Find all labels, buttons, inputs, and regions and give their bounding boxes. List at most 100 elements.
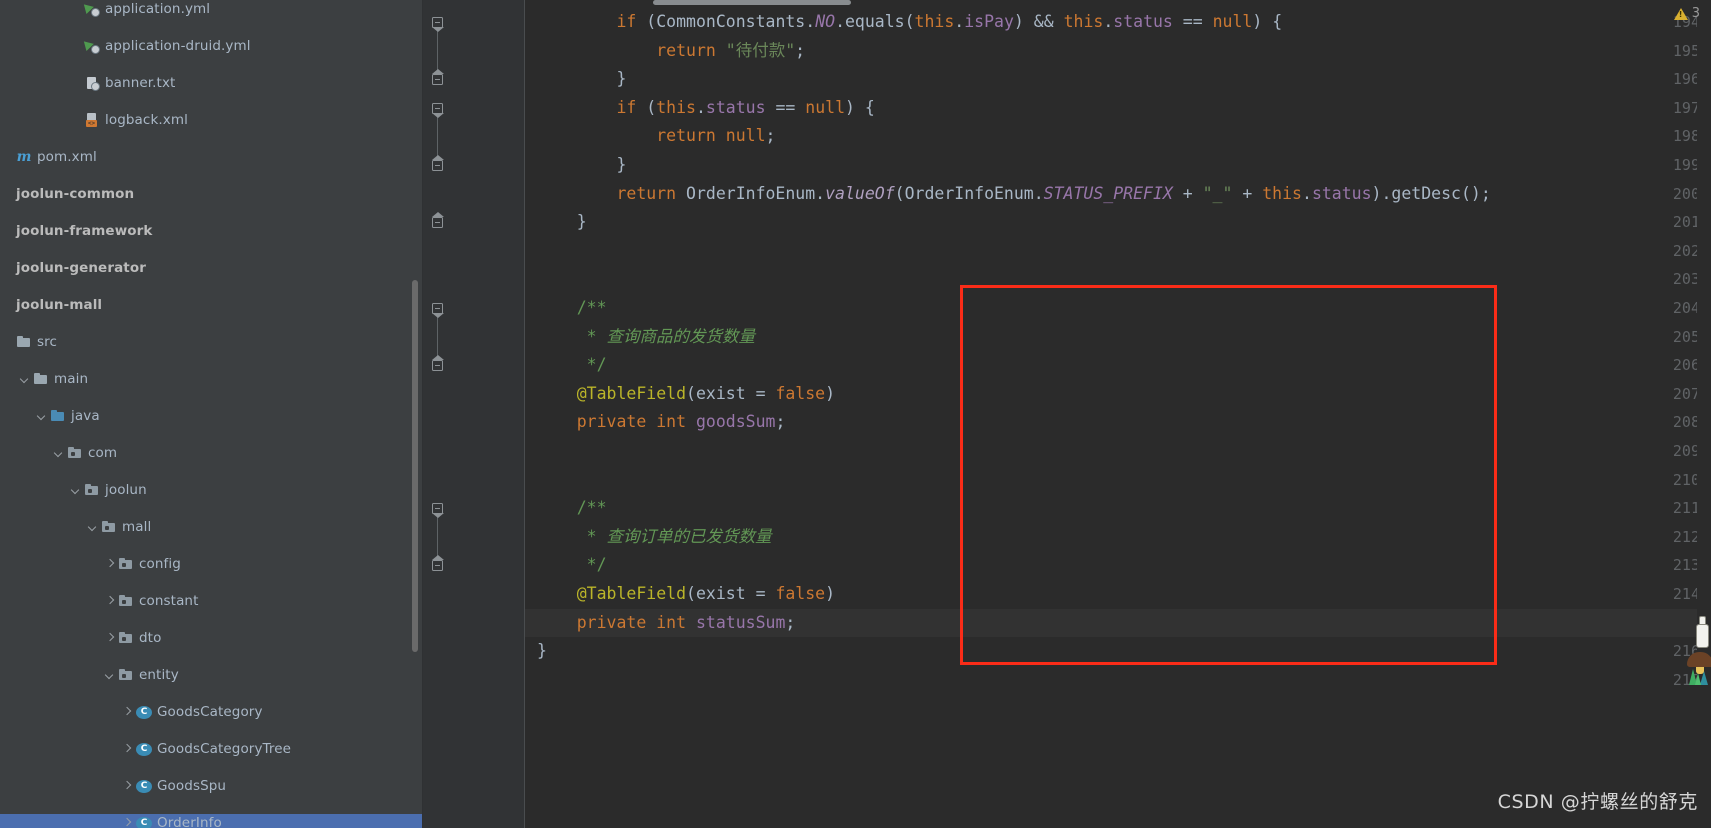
tree-item-goodscategorytree[interactable]: C GoodsCategoryTree xyxy=(0,740,423,759)
fold-collapse-icon[interactable] xyxy=(432,17,444,32)
tree-item-logback-xml[interactable]: logback.xml xyxy=(0,111,423,130)
chevron-right-icon[interactable] xyxy=(104,558,117,571)
code-line[interactable]: private int statusSum; xyxy=(525,609,1711,638)
tree-item-label: joolun-framework xyxy=(16,223,153,240)
tree-item-label: GoodsCategory xyxy=(157,704,263,721)
code-text-area[interactable]: if (CommonConstants.NO.equals(this.isPay… xyxy=(525,0,1711,828)
code-line[interactable]: /** xyxy=(525,294,1711,323)
tree-item-banner-txt[interactable]: banner.txt xyxy=(0,74,423,93)
project-tool-window[interactable]: application.yml application-druid.yml bann… xyxy=(0,0,423,828)
code-line[interactable]: private int goodsSum; xyxy=(525,408,1711,437)
tree-item-application-yml[interactable]: application.yml xyxy=(0,0,423,19)
tree-item-goodscategory[interactable]: C GoodsCategory xyxy=(0,703,423,722)
ide-window: application.yml application-druid.yml bann… xyxy=(0,0,1711,828)
code-line[interactable]: } xyxy=(525,208,1711,237)
code-line[interactable] xyxy=(525,437,1711,466)
code-line[interactable]: */ xyxy=(525,551,1711,580)
tree-item-label: java xyxy=(71,408,100,425)
inspection-widget[interactable]: 3 xyxy=(1673,6,1700,21)
tree-item-label: constant xyxy=(139,593,199,610)
error-stripe-marker-bar[interactable] xyxy=(1697,0,1711,828)
code-line[interactable] xyxy=(525,466,1711,495)
project-tree[interactable]: application.yml application-druid.yml bann… xyxy=(0,0,423,828)
tree-item-config[interactable]: config xyxy=(0,555,423,574)
code-line[interactable]: if (this.status == null) { xyxy=(525,94,1711,123)
fold-end-icon[interactable] xyxy=(432,355,444,372)
tree-item-java[interactable]: java xyxy=(0,407,423,426)
code-line[interactable]: return OrderInfoEnum.valueOf(OrderInfoEn… xyxy=(525,180,1711,209)
tree-item-joolun-mall[interactable]: joolun-mall xyxy=(0,296,423,315)
code-line[interactable]: return null; xyxy=(525,122,1711,151)
package-icon xyxy=(118,667,134,683)
fold-collapse-icon[interactable] xyxy=(432,503,444,519)
code-line[interactable]: if (CommonConstants.NO.equals(this.isPay… xyxy=(525,8,1711,37)
chevron-down-icon[interactable] xyxy=(70,484,83,497)
editor-pane[interactable]: 194 195 196 197 198 199 200 201 202 203 204 205 206 2… xyxy=(423,0,1711,828)
chevron-right-icon[interactable] xyxy=(121,817,134,828)
xml-file-icon xyxy=(84,112,100,128)
tree-item-label: application-druid.yml xyxy=(105,38,251,55)
fold-connector-line xyxy=(437,111,438,161)
tree-item-label: entity xyxy=(139,667,179,684)
fold-collapse-icon[interactable] xyxy=(432,303,444,318)
chevron-down-icon[interactable] xyxy=(36,410,49,423)
tree-item-label: main xyxy=(54,371,89,388)
tree-item-label: src xyxy=(37,334,58,351)
chevron-down-icon[interactable] xyxy=(87,521,100,534)
fold-end-icon[interactable] xyxy=(432,555,444,572)
code-line[interactable]: /** xyxy=(525,494,1711,523)
code-line[interactable]: @TableField(exist = false) xyxy=(525,380,1711,409)
chevron-right-icon[interactable] xyxy=(121,706,134,719)
package-icon xyxy=(118,556,134,572)
code-line[interactable]: return "待付款"; xyxy=(525,37,1711,66)
tree-item-pom-xml[interactable]: m pom.xml xyxy=(0,148,423,167)
tree-item-entity[interactable]: entity xyxy=(0,666,423,685)
chevron-down-icon[interactable] xyxy=(104,669,117,682)
tree-item-joolun[interactable]: joolun xyxy=(0,481,423,500)
chevron-right-icon[interactable] xyxy=(121,743,134,756)
chevron-down-icon[interactable] xyxy=(19,373,32,386)
code-line[interactable]: } xyxy=(525,637,1711,666)
csdn-watermark: CSDN @拧螺丝的舒克 xyxy=(1497,791,1698,813)
sidebar-scrollbar[interactable] xyxy=(412,280,418,652)
chevron-right-icon[interactable] xyxy=(104,632,117,645)
tree-item-src[interactable]: src xyxy=(0,333,423,352)
code-line[interactable]: } xyxy=(525,65,1711,94)
fold-end-icon[interactable] xyxy=(432,212,444,229)
code-line[interactable]: * 查询订单的已发货数量 xyxy=(525,523,1711,552)
code-line[interactable]: @TableField(exist = false) xyxy=(525,580,1711,609)
code-line[interactable]: } xyxy=(525,151,1711,180)
tree-item-joolun-framework[interactable]: joolun-framework xyxy=(0,222,423,241)
code-line[interactable] xyxy=(525,666,1711,695)
tree-item-constant[interactable]: constant xyxy=(0,592,423,611)
tree-item-com[interactable]: com xyxy=(0,444,423,463)
yml-file-icon xyxy=(84,1,100,18)
warning-count: 3 xyxy=(1691,6,1700,21)
code-line[interactable] xyxy=(525,265,1711,294)
code-line[interactable]: * 查询商品的发货数量 xyxy=(525,323,1711,352)
tree-item-label: config xyxy=(139,556,181,573)
tree-item-orderinfo[interactable]: C OrderInfo xyxy=(0,814,423,828)
chevron-right-icon[interactable] xyxy=(121,780,134,793)
code-line[interactable]: */ xyxy=(525,351,1711,380)
tree-item-joolun-generator[interactable]: joolun-generator xyxy=(0,259,423,278)
folder-icon xyxy=(16,334,32,350)
bottle-sticker-icon xyxy=(1693,614,1711,650)
fold-collapse-icon[interactable] xyxy=(432,102,444,118)
code-line[interactable] xyxy=(525,237,1711,266)
tree-item-mall[interactable]: mall xyxy=(0,518,423,537)
tree-item-application-druid-yml[interactable]: application-druid.yml xyxy=(0,37,423,56)
code-folding-strip[interactable] xyxy=(500,0,525,828)
fold-end-icon[interactable] xyxy=(432,69,444,86)
chevron-right-icon[interactable] xyxy=(104,595,117,608)
chevron-down-icon[interactable] xyxy=(53,447,66,460)
tree-item-main[interactable]: main xyxy=(0,370,423,389)
tree-item-dto[interactable]: dto xyxy=(0,629,423,648)
tree-item-joolun-common[interactable]: joolun-common xyxy=(0,185,423,204)
editor-gutter[interactable] xyxy=(423,0,500,828)
tree-item-goodsspu[interactable]: C GoodsSpu xyxy=(0,777,423,796)
editor-horizontal-scrollbar[interactable] xyxy=(653,0,851,5)
fold-end-icon[interactable] xyxy=(432,155,444,171)
